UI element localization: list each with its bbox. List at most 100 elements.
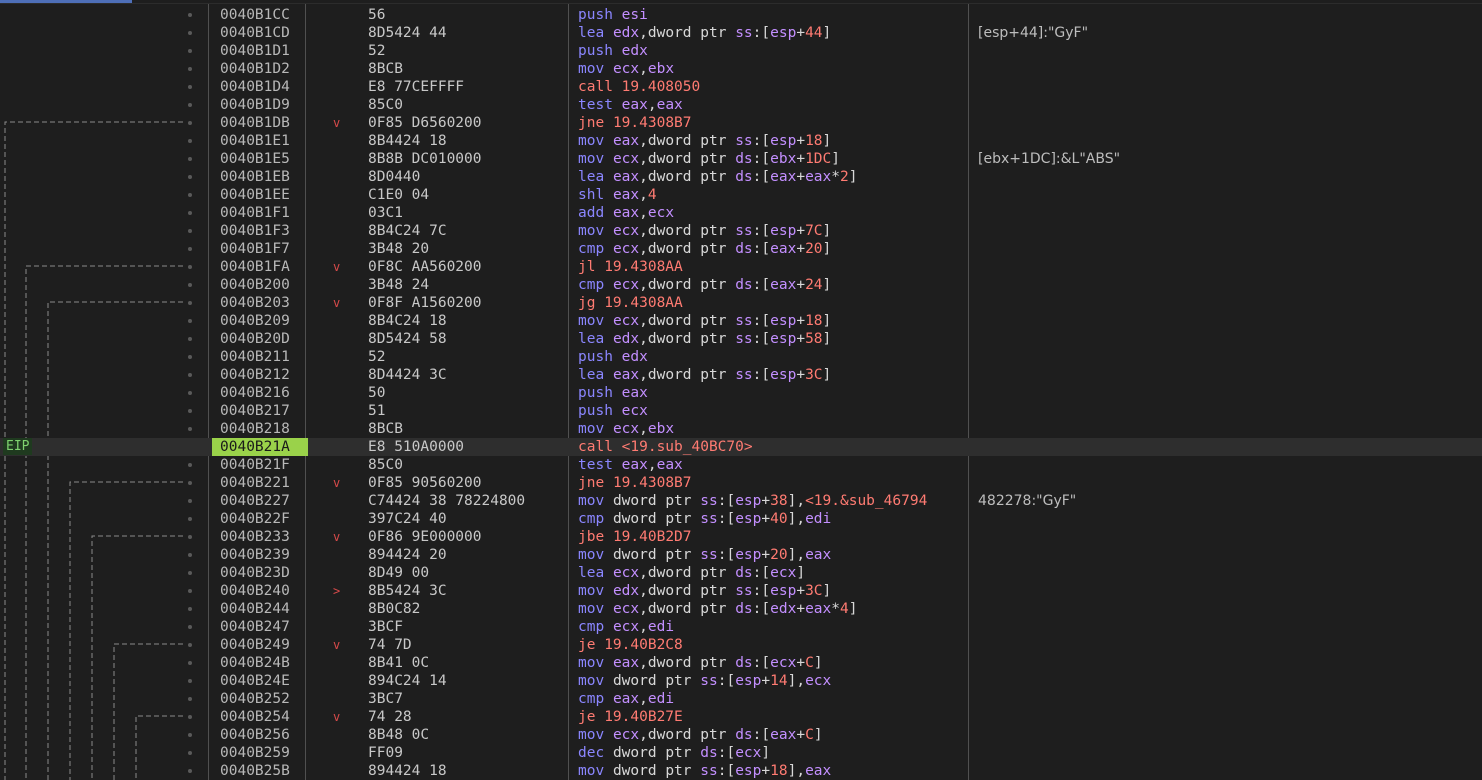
bytes-cell: 3BC7	[368, 691, 403, 707]
instruction-row[interactable]: 0040B1E5 8B8B DC010000 mov ecx,dword ptr d…	[0, 150, 1482, 168]
address-cell: 0040B227	[220, 493, 290, 509]
instruction-row[interactable]: 0040B249 v 74 7D je 19.40B2C8	[0, 636, 1482, 654]
disassembly-cell: add eax,ecx	[578, 205, 675, 221]
address-cell: 0040B1D4	[220, 79, 290, 95]
disassembly-cell: jne 19.4308B7	[578, 115, 692, 131]
branch-taken-marker: v	[333, 296, 341, 310]
instruction-row[interactable]: 0040B21F 85C0 test eax,eax	[0, 456, 1482, 474]
disassembly-cell: mov eax,dword ptr ss:[esp+18]	[578, 133, 832, 149]
bytes-cell: 51	[368, 403, 386, 419]
instruction-row[interactable]: 0040B247 3BCF cmp ecx,edi	[0, 618, 1482, 636]
bytes-cell: 0F8F A1560200	[368, 295, 482, 311]
instruction-row[interactable]: 0040B1FA v 0F8C AA560200 jl 19.4308AA	[0, 258, 1482, 276]
address-cell: 0040B233	[220, 529, 290, 545]
instruction-row[interactable]: 0040B209 8B4C24 18 mov ecx,dword ptr ss:[e…	[0, 312, 1482, 330]
disassembly-cell: push eax	[578, 385, 648, 401]
instruction-row[interactable]: 0040B1D2 8BCB mov ecx,ebx	[0, 60, 1482, 78]
instruction-row[interactable]: 0040B254 v 74 28 je 19.40B27E	[0, 708, 1482, 726]
instruction-row[interactable]: 0040B23D 8D49 00 lea ecx,dword ptr ds:[ecx…	[0, 564, 1482, 582]
instruction-row[interactable]: 0040B1E1 8B4424 18 mov eax,dword ptr ss:[e…	[0, 132, 1482, 150]
branch-target-marker: >	[333, 584, 341, 598]
bytes-cell: C1E0 04	[368, 187, 430, 203]
instruction-row[interactable]: 0040B1EE C1E0 04 shl eax,4	[0, 186, 1482, 204]
instruction-row[interactable]: 0040B1DB v 0F85 D6560200 jne 19.4308B7	[0, 114, 1482, 132]
instruction-row[interactable]: 0040B1F3 8B4C24 7C mov ecx,dword ptr ss:[e…	[0, 222, 1482, 240]
address-cell: 0040B216	[220, 385, 290, 401]
bytes-cell: 8B0C82	[368, 601, 421, 617]
bytes-cell: 0F85 90560200	[368, 475, 482, 491]
disassembly-cell: mov ecx,dword ptr ss:[esp+18]	[578, 313, 832, 329]
bytes-cell: 8B4424 18	[368, 133, 447, 149]
address-cell: 0040B24B	[220, 655, 290, 671]
instruction-row[interactable]: 0040B200 3B48 24 cmp ecx,dword ptr ds:[eax…	[0, 276, 1482, 294]
instruction-row[interactable]: 0040B20D 8D5424 58 lea edx,dword ptr ss:[e…	[0, 330, 1482, 348]
instruction-row[interactable]: 0040B1D9 85C0 test eax,eax	[0, 96, 1482, 114]
disassembly-cell: mov dword ptr ss:[esp+38],<19.&sub_46794	[578, 493, 928, 509]
bytes-cell: 52	[368, 349, 386, 365]
instruction-row[interactable]: 0040B233 v 0F86 9E000000 jbe 19.40B2D7	[0, 528, 1482, 546]
instruction-row[interactable]: 0040B256 8B48 0C mov ecx,dword ptr ds:[eax…	[0, 726, 1482, 744]
bytes-cell: 3B48 24	[368, 277, 430, 293]
instruction-row[interactable]: 0040B259 FF09 dec dword ptr ds:[ecx]	[0, 744, 1482, 762]
instruction-row[interactable]: 0040B1CD 8D5424 44 lea edx,dword ptr ss:[e…	[0, 24, 1482, 42]
disassembly-cell: jbe 19.40B2D7	[578, 529, 692, 545]
address-cell: 0040B21A	[212, 438, 308, 456]
bytes-cell: E8 77CEFFFF	[368, 79, 465, 95]
address-cell: 0040B240	[220, 583, 290, 599]
address-cell: 0040B20D	[220, 331, 290, 347]
instruction-row[interactable]: 0040B1F7 3B48 20 cmp ecx,dword ptr ds:[eax…	[0, 240, 1482, 258]
instruction-row[interactable]: 0040B218 8BCB mov ecx,ebx	[0, 420, 1482, 438]
bytes-cell: 8D49 00	[368, 565, 430, 581]
disassembly-cell: cmp ecx,edi	[578, 619, 675, 635]
instruction-row[interactable]: 0040B244 8B0C82 mov ecx,dword ptr ds:[edx+…	[0, 600, 1482, 618]
bytes-cell: C74424 38 78224800	[368, 493, 526, 509]
instruction-row[interactable]: 0040B1F1 03C1 add eax,ecx	[0, 204, 1482, 222]
bytes-cell: 74 7D	[368, 637, 412, 653]
disassembly-cell: jne 19.4308B7	[578, 475, 692, 491]
address-cell: 0040B203	[220, 295, 290, 311]
instruction-row[interactable]: 0040B240 >8B5424 3C mov edx,dword ptr ss:[…	[0, 582, 1482, 600]
bytes-cell: 8BCB	[368, 421, 403, 437]
disassembly-cell: mov edx,dword ptr ss:[esp+3C]	[578, 583, 832, 599]
eip-label: EIP	[3, 438, 33, 455]
bytes-cell: 894C24 14	[368, 673, 447, 689]
address-cell: 0040B247	[220, 619, 290, 635]
top-border	[0, 3, 1482, 4]
instruction-row[interactable]: 0040B1EB 8D0440 lea eax,dword ptr ds:[eax+…	[0, 168, 1482, 186]
instruction-row[interactable]: 0040B25B 894424 18 mov dword ptr ss:[esp+1…	[0, 762, 1482, 780]
instruction-row[interactable]: 0040B1D1 52 push edx	[0, 42, 1482, 60]
address-cell: 0040B212	[220, 367, 290, 383]
bytes-cell: 0F85 D6560200	[368, 115, 482, 131]
disassembly-cell: jl 19.4308AA	[578, 259, 683, 275]
disassembly-cell: shl eax,4	[578, 187, 657, 203]
bytes-cell: 8B41 0C	[368, 655, 430, 671]
bytes-cell: 50	[368, 385, 386, 401]
disassembly-cell: mov eax,dword ptr ds:[ecx+C]	[578, 655, 823, 671]
instruction-row[interactable]: 0040B216 50 push eax	[0, 384, 1482, 402]
disassembly-cell: lea edx,dword ptr ss:[esp+58]	[578, 331, 832, 347]
address-cell: 0040B1CD	[220, 25, 290, 41]
disassembly-cell: mov ecx,dword ptr ss:[esp+7C]	[578, 223, 832, 239]
instruction-row-eip[interactable]: 0040B21A E8 510A0000 call <19.sub_40BC70>	[0, 438, 1482, 456]
instruction-row[interactable]: 0040B211 52 push edx	[0, 348, 1482, 366]
instruction-row[interactable]: 0040B24E 894C24 14 mov dword ptr ss:[esp+1…	[0, 672, 1482, 690]
instruction-row[interactable]: 0040B239 894424 20 mov dword ptr ss:[esp+2…	[0, 546, 1482, 564]
address-cell: 0040B1EE	[220, 187, 290, 203]
instruction-row[interactable]: 0040B217 51 push ecx	[0, 402, 1482, 420]
disassembly-cell: test eax,eax	[578, 457, 683, 473]
instruction-row[interactable]: 0040B1D4 E8 77CEFFFF call 19.408050	[0, 78, 1482, 96]
instruction-row[interactable]: 0040B203 v 0F8F A1560200 jg 19.4308AA	[0, 294, 1482, 312]
comment-cell: [esp+44]:"GyF"	[978, 25, 1089, 41]
instruction-row[interactable]: 0040B252 3BC7 cmp eax,edi	[0, 690, 1482, 708]
bytes-cell: 8D5424 44	[368, 25, 447, 41]
instruction-row[interactable]: 0040B227 C74424 38 78224800 mov dword ptr …	[0, 492, 1482, 510]
address-cell: 0040B244	[220, 601, 290, 617]
instruction-row[interactable]: 0040B221 v 0F85 90560200 jne 19.4308B7	[0, 474, 1482, 492]
instruction-row[interactable]: 0040B1CC 56 push esi	[0, 6, 1482, 24]
instruction-row[interactable]: 0040B24B 8B41 0C mov eax,dword ptr ds:[ecx…	[0, 654, 1482, 672]
disassembly-listing[interactable]: 0040B1CC 56 push esi 0040B1CD 8D5424 44 lea e…	[0, 6, 1482, 780]
address-cell: 0040B217	[220, 403, 290, 419]
instruction-row[interactable]: 0040B22F 397C24 40 cmp dword ptr ss:[esp+4…	[0, 510, 1482, 528]
disassembly-cell: cmp eax,edi	[578, 691, 675, 707]
instruction-row[interactable]: 0040B212 8D4424 3C lea eax,dword ptr ss:[e…	[0, 366, 1482, 384]
